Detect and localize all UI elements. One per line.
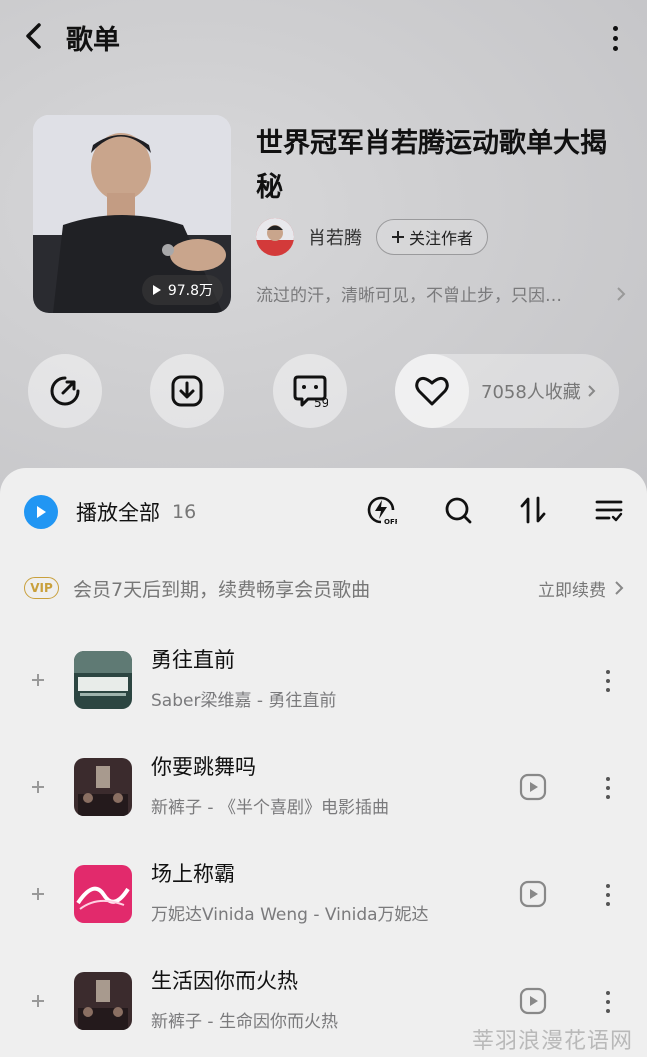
- svg-text:OFF: OFF: [384, 518, 397, 526]
- playlist-title: 世界冠军肖若腾运动歌单大揭秘: [256, 128, 607, 203]
- plus-icon: [392, 231, 404, 243]
- song-menu-button[interactable]: [598, 987, 618, 1017]
- favorites-count: 7058人收藏: [481, 378, 596, 404]
- mv-play-icon[interactable]: [519, 987, 547, 1015]
- song-subtitle: Saber梁维嘉 - 勇往直前: [151, 691, 337, 711]
- sort-icon: [520, 496, 546, 524]
- song-subtitle: 新裤子 - 生命因你而火热: [151, 1012, 338, 1032]
- song-row[interactable]: 你要跳舞吗 新裤子 - 《半个喜剧》电影插曲: [0, 737, 647, 837]
- watermark: 莘羽浪漫花语网: [471, 1029, 633, 1054]
- add-to-queue-button[interactable]: [26, 668, 50, 692]
- share-icon: [50, 376, 80, 406]
- plus-icon: [32, 781, 44, 793]
- favorites-label: 7058人收藏: [481, 382, 581, 403]
- chevron-right-icon: [615, 581, 624, 595]
- song-row[interactable]: 场上称霸 万妮达Vinida Weng - Vinida万妮达: [0, 844, 647, 944]
- song-title: 场上称霸: [151, 862, 235, 886]
- download-button[interactable]: [150, 354, 224, 428]
- search-button[interactable]: [438, 490, 478, 530]
- song-artwork: [74, 972, 132, 1030]
- song-subtitle: 新裤子 - 《半个喜剧》电影插曲: [151, 798, 389, 818]
- song-title: 你要跳舞吗: [151, 755, 256, 779]
- playlist-description[interactable]: 流过的汗，清晰可见，不曾止步，只因…: [256, 281, 626, 306]
- chevron-right-icon: [617, 286, 626, 301]
- plus-icon: [32, 674, 44, 686]
- song-artwork: [74, 865, 132, 923]
- favorite-button[interactable]: 7058人收藏: [395, 354, 619, 428]
- song-subtitle: 万妮达Vinida Weng - Vinida万妮达: [151, 905, 429, 925]
- song-menu-button[interactable]: [598, 880, 618, 910]
- follow-label: 关注作者: [409, 229, 474, 248]
- song-menu-button[interactable]: [598, 773, 618, 803]
- renew-label: 立即续费: [538, 580, 606, 601]
- song-artwork: [74, 651, 132, 709]
- top-bar: 歌单: [0, 0, 647, 76]
- page-title: 歌单: [66, 25, 120, 56]
- play-all-button[interactable]: 播放全部 16: [24, 494, 196, 530]
- add-to-queue-button[interactable]: [26, 775, 50, 799]
- heart-icon: [415, 376, 449, 406]
- comment-count: 59: [314, 396, 328, 409]
- lightning-off-icon: OFF: [367, 496, 397, 526]
- song-menu-button[interactable]: [598, 666, 618, 696]
- song-artwork: [74, 758, 132, 816]
- renew-button[interactable]: 立即续费: [538, 576, 624, 601]
- search-icon: [445, 497, 472, 524]
- play-count-badge: 97.8万: [141, 275, 223, 305]
- playlist-cover[interactable]: 97.8万: [33, 115, 231, 313]
- download-icon: [171, 375, 203, 407]
- more-options-button[interactable]: [603, 20, 627, 56]
- song-title: 勇往直前: [151, 648, 235, 672]
- back-button[interactable]: [18, 20, 50, 52]
- sort-button[interactable]: [513, 490, 553, 530]
- song-title: 生活因你而火热: [151, 969, 298, 993]
- add-to-queue-button[interactable]: [26, 989, 50, 1013]
- play-all-icon: [24, 495, 58, 529]
- author-avatar[interactable]: [256, 218, 294, 256]
- mv-play-icon[interactable]: [519, 880, 547, 908]
- multi-select-button[interactable]: [589, 490, 629, 530]
- play-icon: [152, 285, 161, 295]
- favorite-icon-wrap: [395, 354, 469, 428]
- quality-off-button[interactable]: OFF: [361, 490, 401, 530]
- list-check-icon: [595, 500, 623, 522]
- play-count: 97.8万: [167, 283, 213, 299]
- follow-author-button[interactable]: 关注作者: [376, 219, 489, 255]
- description-text: 流过的汗，清晰可见，不曾止步，只因…: [256, 286, 562, 306]
- song-row[interactable]: 勇往直前 Saber梁维嘉 - 勇往直前: [0, 630, 647, 730]
- play-all-label: 播放全部: [76, 501, 160, 525]
- plus-icon: [32, 995, 44, 1007]
- mv-play-icon[interactable]: [519, 773, 547, 801]
- add-to-queue-button[interactable]: [26, 882, 50, 906]
- share-button[interactable]: [28, 354, 102, 428]
- chevron-right-icon: [588, 385, 596, 397]
- comment-button[interactable]: 59: [273, 354, 347, 428]
- comment-icon: 59: [293, 375, 328, 409]
- song-list-sheet: 播放全部 16 OFF VIP 会员7天后到期，续费畅享会员歌曲 立即续费: [0, 468, 647, 1057]
- vip-badge: VIP: [24, 577, 59, 599]
- song-count: 16: [172, 501, 197, 523]
- vip-message: 会员7天后到期，续费畅享会员歌曲: [73, 578, 371, 601]
- author-row: 肖若腾 关注作者: [256, 218, 489, 256]
- chevron-left-icon: [26, 23, 41, 49]
- author-name[interactable]: 肖若腾: [308, 224, 362, 250]
- vip-banner[interactable]: VIP 会员7天后到期，续费畅享会员歌曲 立即续费: [24, 570, 624, 606]
- plus-icon: [32, 888, 44, 900]
